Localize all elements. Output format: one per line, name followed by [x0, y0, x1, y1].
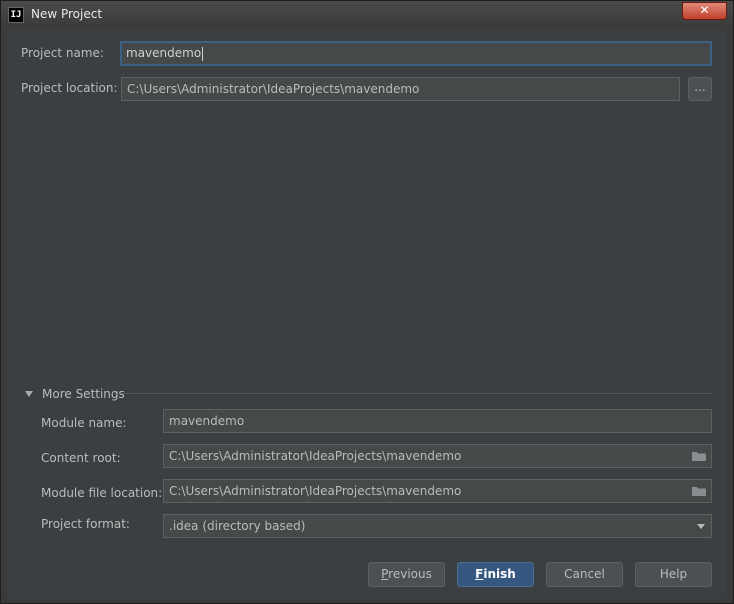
- project-name-value: mavendemo: [126, 46, 202, 60]
- close-button[interactable]: ✕: [682, 2, 727, 20]
- project-format-label: Project format:: [41, 517, 130, 531]
- chevron-down-icon: [697, 524, 705, 529]
- module-name-label: Module name:: [41, 416, 127, 430]
- finish-button[interactable]: Finish: [457, 562, 534, 587]
- project-format-value: .idea (directory based): [169, 519, 306, 533]
- previous-label: revious: [388, 567, 432, 581]
- content-root-label: Content root:: [41, 451, 121, 465]
- content-root-value: C:\Users\Administrator\IdeaProjects\mave…: [169, 449, 462, 463]
- previous-button[interactable]: Previous: [368, 562, 445, 587]
- intellij-app-icon: IJ: [8, 7, 24, 23]
- more-settings-title[interactable]: More Settings: [42, 387, 125, 401]
- project-location-label: Project location:: [21, 81, 118, 95]
- module-name-input[interactable]: mavendemo: [163, 409, 712, 433]
- window-title: New Project: [31, 7, 103, 21]
- folder-icon[interactable]: [692, 486, 706, 496]
- content-root-input[interactable]: C:\Users\Administrator\IdeaProjects\mave…: [163, 444, 712, 468]
- project-name-label: Project name:: [21, 46, 104, 60]
- browse-location-button[interactable]: ...: [688, 77, 712, 101]
- new-project-dialog: IJ New Project ✕ Project name: mavendemo…: [0, 0, 734, 604]
- help-button[interactable]: Help: [635, 562, 712, 587]
- module-file-location-value: C:\Users\Administrator\IdeaProjects\mave…: [169, 484, 462, 498]
- finish-label: inish: [483, 567, 516, 581]
- collapse-triangle-icon[interactable]: [25, 391, 33, 397]
- module-file-location-label: Module file location:: [41, 486, 163, 500]
- dialog-content: Project name: mavendemo Project location…: [7, 29, 727, 599]
- section-divider: [122, 393, 712, 394]
- folder-icon[interactable]: [692, 451, 706, 461]
- cancel-button[interactable]: Cancel: [546, 562, 623, 587]
- project-name-input[interactable]: mavendemo: [120, 41, 712, 66]
- project-format-select[interactable]: .idea (directory based): [163, 514, 712, 538]
- module-file-location-input[interactable]: C:\Users\Administrator\IdeaProjects\mave…: [163, 479, 712, 503]
- project-location-input[interactable]: C:\Users\Administrator\IdeaProjects\mave…: [121, 77, 680, 101]
- text-caret: [202, 46, 204, 61]
- title-bar[interactable]: IJ New Project ✕: [1, 1, 733, 29]
